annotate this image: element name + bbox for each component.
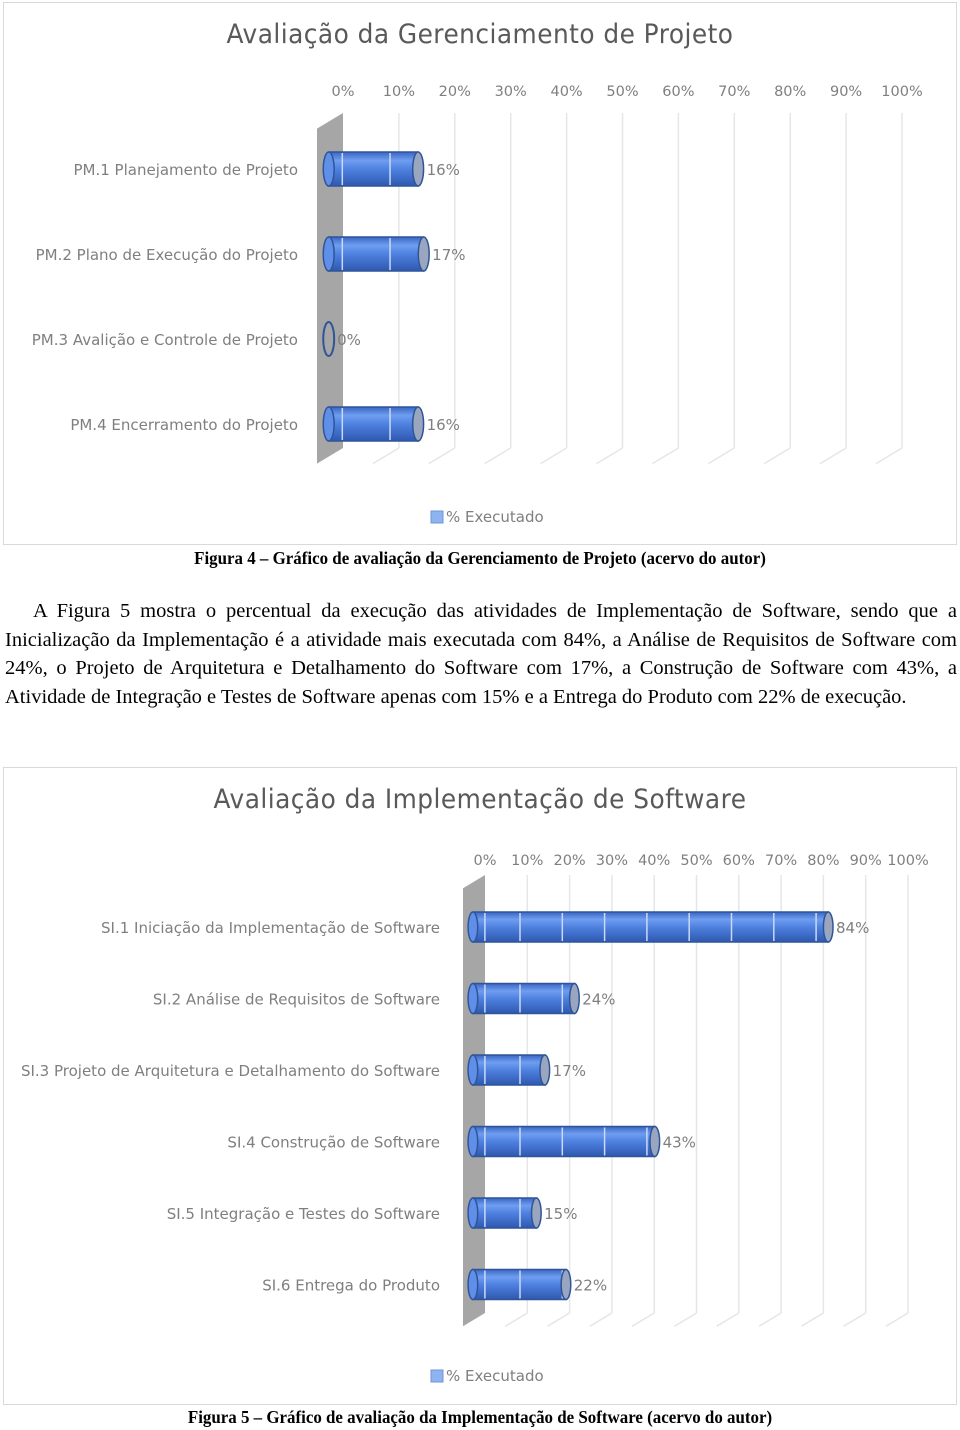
category-label: SI.4 Construção de Software — [227, 1134, 440, 1152]
data-label: 0% — [337, 331, 361, 349]
data-label: 24% — [582, 991, 615, 1009]
x-tick-label: 60% — [723, 853, 755, 869]
body-paragraph: A Figura 5 mostra o percentual da execuç… — [5, 600, 957, 708]
floor-gridline — [885, 1312, 909, 1327]
category-label: PM.4 Encerramento do Projeto — [70, 416, 298, 434]
bar — [472, 982, 576, 1015]
legend-swatch — [430, 1369, 444, 1383]
category-label: SI.6 Entrega do Produto — [262, 1277, 440, 1295]
bar-start-cap — [467, 1268, 479, 1301]
bar-end-cap — [822, 911, 834, 943]
x-tick-label: 30% — [495, 84, 527, 100]
category-label: SI.1 Iniciação da Implementação de Softw… — [101, 919, 440, 937]
category-label: SI.2 Análise de Requisitos de Software — [153, 991, 440, 1009]
floor-gridline — [652, 447, 679, 465]
x-tick-label: 10% — [383, 84, 415, 100]
x-tick-label: 20% — [439, 84, 471, 100]
x-tick-label: 30% — [596, 853, 628, 869]
x-tick-label: 70% — [718, 84, 750, 100]
data-label: 15% — [544, 1205, 577, 1223]
x-tick-label: 40% — [638, 853, 670, 869]
floor-gridline — [716, 1312, 740, 1327]
x-tick-label: 90% — [850, 853, 882, 869]
legend-label: % Executado — [446, 508, 544, 526]
legend: % Executado — [430, 1367, 544, 1385]
floor-gridline — [589, 1312, 613, 1327]
bar-end-cap — [649, 1125, 661, 1158]
bar-end-cap — [530, 1197, 542, 1229]
bar-end-cap — [539, 1054, 551, 1086]
bar-end-cap — [411, 406, 425, 442]
x-tick-label: 100% — [887, 853, 928, 869]
x-tick-label: 0% — [473, 853, 496, 869]
bar-start-cap — [467, 911, 479, 943]
data-label: 16% — [427, 161, 460, 179]
x-tick-label: 60% — [662, 84, 694, 100]
floor-gridline — [763, 447, 791, 465]
chart-implementacao-software: Avaliação da Implementação de Software 0… — [3, 767, 957, 1405]
floor-gridline — [875, 447, 903, 465]
x-tick-label: 0% — [331, 84, 354, 100]
bar-start-cap — [467, 1197, 479, 1229]
category-label: SI.3 Projeto de Arquitetura e Detalhamen… — [21, 1062, 440, 1080]
bar-start-cap — [467, 1054, 479, 1086]
x-tick-label: 90% — [830, 84, 862, 100]
x-tick-label: 70% — [765, 853, 797, 869]
x-tick-label: 40% — [550, 84, 582, 100]
bar — [472, 1125, 656, 1158]
legend-label: % Executado — [446, 1367, 544, 1385]
chart-plot-area: 0% 10% 20% 30% 40% 50% 60% 70% 80% 90% 100% SI.1 In… — [21, 853, 929, 1385]
chart-plot-area: 0% 10% 20% 30% 40% 50% 60% 70% 80% 90% 100% PM.1 Pl… — [32, 84, 923, 526]
floor-gridline — [843, 1312, 867, 1327]
legend: % Executado — [430, 508, 544, 526]
bar-end-cap — [417, 236, 430, 272]
floor-gridline — [674, 1312, 697, 1327]
data-label: 16% — [427, 416, 460, 434]
floor-gridline — [504, 1312, 528, 1327]
x-tick-label: 50% — [606, 84, 638, 100]
legend-swatch — [430, 510, 444, 524]
bar-start-cap — [322, 236, 335, 272]
bar-end-cap — [568, 982, 580, 1015]
category-label: SI.5 Integração e Testes do Software — [167, 1205, 440, 1223]
x-tick-label: 80% — [774, 84, 806, 100]
bar — [472, 911, 829, 943]
bar-start-cap — [467, 982, 479, 1015]
floor-gridline — [707, 447, 735, 465]
bar-end-cap — [560, 1268, 572, 1301]
chart-gerenciamento-projeto: Avaliação da Gerenciamento de Projeto 0%… — [3, 2, 957, 545]
bar-start-cap — [322, 151, 335, 187]
floor-gridline — [801, 1312, 824, 1327]
floor-gridline — [596, 447, 623, 465]
floor-gridline — [631, 1312, 655, 1327]
floor-gridline — [428, 447, 456, 465]
data-label: 43% — [663, 1134, 696, 1152]
floor-gridline — [540, 447, 567, 465]
category-label: PM.2 Plano de Execução do Projeto — [36, 246, 298, 264]
data-label: 17% — [553, 1062, 586, 1080]
category-label: PM.3 Avalição e Controle de Projeto — [32, 331, 298, 349]
figure-5-caption: Figura 5 – Gráfico de avaliação da Imple… — [187, 1407, 773, 1427]
bar — [472, 1197, 538, 1229]
floor-gridline — [819, 447, 847, 465]
x-tick-label: 50% — [680, 853, 712, 869]
floor-gridline — [372, 447, 400, 465]
data-label: 17% — [432, 246, 465, 264]
data-label: 22% — [574, 1277, 607, 1295]
category-label: PM.1 Planejamento de Projeto — [73, 161, 298, 179]
x-tick-label: 10% — [511, 853, 543, 869]
figure-4-caption: Figura 4 – Gráfico de avaliação da Geren… — [194, 548, 766, 568]
floor-gridline — [758, 1312, 782, 1327]
floor-gridline — [484, 447, 512, 465]
x-tick-label: 20% — [553, 853, 585, 869]
x-tick-label: 80% — [807, 853, 839, 869]
bar-start-cap — [322, 406, 335, 442]
x-tick-label: 100% — [881, 84, 922, 100]
bar — [472, 1054, 546, 1086]
data-label: 84% — [836, 919, 869, 937]
bar-end-cap — [411, 151, 425, 187]
bar-start-cap — [467, 1125, 479, 1158]
floor-gridline — [547, 1312, 570, 1327]
